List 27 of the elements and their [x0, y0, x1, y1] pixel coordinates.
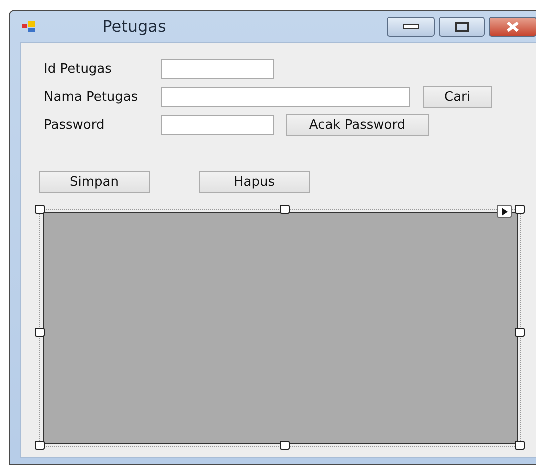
resize-handle[interactable] [35, 205, 45, 214]
field-label: Nama Petugas [44, 90, 140, 104]
close-button[interactable] [489, 16, 536, 36]
close-icon [505, 22, 521, 32]
resize-handle[interactable] [515, 205, 525, 214]
text-field[interactable] [161, 87, 410, 107]
window-title: Petugas [102, 17, 168, 36]
form-button[interactable]: Acak Password [286, 114, 429, 136]
text-field[interactable] [161, 59, 274, 79]
resize-handle[interactable] [515, 441, 525, 450]
resize-handle[interactable] [280, 205, 290, 214]
action-button[interactable]: Hapus [199, 171, 310, 193]
resize-handle[interactable] [280, 441, 290, 450]
action-button[interactable]: Simpan [39, 171, 150, 193]
field-label: Password [44, 118, 106, 132]
resize-handle[interactable] [35, 328, 45, 337]
maximize-button[interactable] [439, 16, 485, 36]
form-button[interactable]: Cari [423, 86, 492, 108]
minimize-icon [403, 24, 419, 29]
resize-handle[interactable] [35, 441, 45, 450]
resize-handle[interactable] [515, 328, 525, 337]
maximize-icon [455, 22, 469, 32]
app-icon [22, 20, 36, 32]
smart-tag-icon[interactable] [497, 205, 512, 218]
field-label: Id Petugas [44, 62, 113, 76]
text-field[interactable] [161, 115, 274, 135]
minimize-button[interactable] [387, 16, 435, 36]
